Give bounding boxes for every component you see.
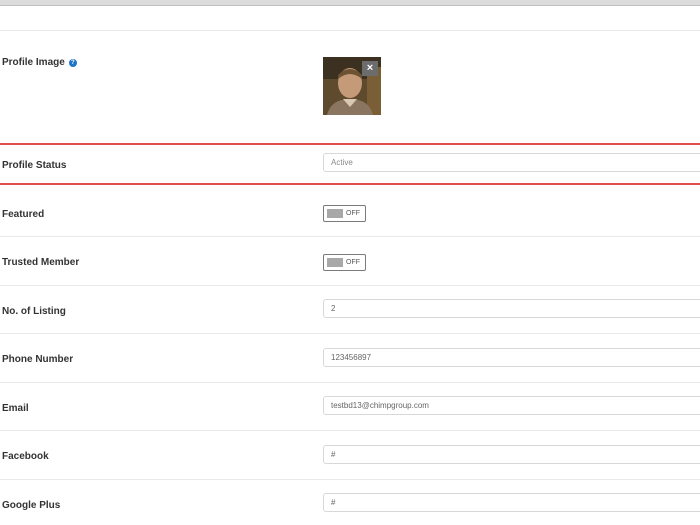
trusted-member-toggle[interactable]: OFF bbox=[323, 254, 366, 271]
row-divider bbox=[0, 236, 700, 237]
email-label: Email bbox=[2, 403, 29, 414]
toggle-knob bbox=[327, 258, 343, 267]
listing-label: No. of Listing bbox=[2, 306, 66, 317]
google-plus-input[interactable]: # bbox=[323, 493, 700, 512]
email-input[interactable]: testbd13@chimpgroup.com bbox=[323, 396, 700, 415]
trusted-member-label: Trusted Member bbox=[2, 257, 80, 268]
remove-image-button[interactable]: × bbox=[362, 61, 378, 76]
toggle-state-text: OFF bbox=[346, 210, 360, 217]
close-icon: × bbox=[366, 62, 374, 74]
row-divider bbox=[0, 479, 700, 480]
profile-image-label: Profile Image? bbox=[2, 57, 77, 68]
profile-status-label: Profile Status bbox=[2, 160, 67, 171]
row-divider bbox=[0, 30, 700, 31]
phone-label: Phone Number bbox=[2, 354, 74, 365]
profile-status-select[interactable]: Active bbox=[323, 153, 700, 172]
facebook-input[interactable]: # bbox=[323, 445, 700, 464]
featured-label: Featured bbox=[2, 209, 45, 220]
toggle-state-text: OFF bbox=[346, 259, 360, 266]
toggle-knob bbox=[327, 209, 343, 218]
featured-toggle[interactable]: OFF bbox=[323, 205, 366, 222]
facebook-label: Facebook bbox=[2, 451, 49, 462]
question-circle-icon[interactable]: ? bbox=[68, 59, 77, 67]
listing-input[interactable]: 2 bbox=[323, 299, 700, 318]
row-divider bbox=[0, 333, 700, 334]
top-bar bbox=[0, 0, 700, 6]
row-divider bbox=[0, 382, 700, 383]
row-divider bbox=[0, 285, 700, 286]
phone-input[interactable]: 123456897 bbox=[323, 348, 700, 367]
google-plus-label: Google Plus bbox=[2, 500, 61, 511]
row-divider bbox=[0, 430, 700, 431]
